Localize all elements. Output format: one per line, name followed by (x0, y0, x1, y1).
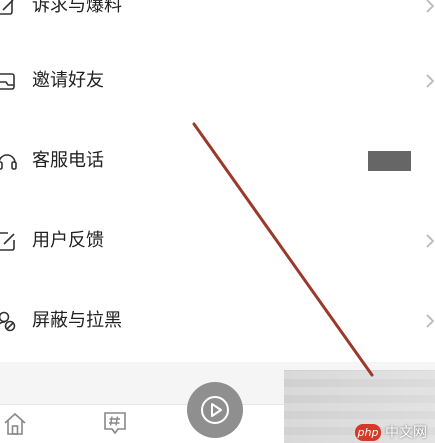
block-user-icon (0, 311, 16, 332)
menu-item-invite-friends[interactable]: 邀请好友 (0, 57, 435, 107)
center-play-button[interactable] (187, 382, 243, 438)
menu-item-report[interactable]: 诉求与爆料 (0, 0, 435, 32)
home-icon[interactable] (2, 411, 28, 437)
topic-hash-icon[interactable] (102, 410, 128, 436)
invite-mail-icon (0, 73, 15, 90)
chevron-right-icon (426, 314, 435, 328)
chevron-right-icon (426, 0, 435, 13)
menu-item-customer-service[interactable]: 客服电话 (0, 137, 435, 187)
menu-item-label: 用户反馈 (32, 230, 104, 251)
chevron-right-icon (426, 74, 435, 88)
menu-item-label: 邀请好友 (32, 70, 104, 91)
feedback-edit-icon (0, 232, 15, 251)
profile-settings-screen: 诉求与爆料 邀请好友 客服电话 用户反馈 屏蔽与拉黑 php 中文网 (0, 0, 435, 443)
watermark-badge: php (355, 424, 381, 441)
menu-item-label: 客服电话 (32, 150, 104, 171)
menu-item-label: 诉求与爆料 (32, 0, 122, 16)
play-icon (201, 396, 229, 424)
site-watermark: php 中文网 (355, 424, 435, 443)
edit-note-icon (0, 0, 14, 15)
watermark-text: 中文网 (385, 425, 427, 441)
redacted-phone-number (368, 151, 411, 171)
chevron-right-icon (426, 234, 435, 248)
menu-item-label: 屏蔽与拉黑 (32, 310, 122, 331)
headset-icon (0, 154, 17, 170)
menu-item-user-feedback[interactable]: 用户反馈 (0, 217, 435, 267)
menu-item-block-blacklist[interactable]: 屏蔽与拉黑 (0, 297, 435, 347)
